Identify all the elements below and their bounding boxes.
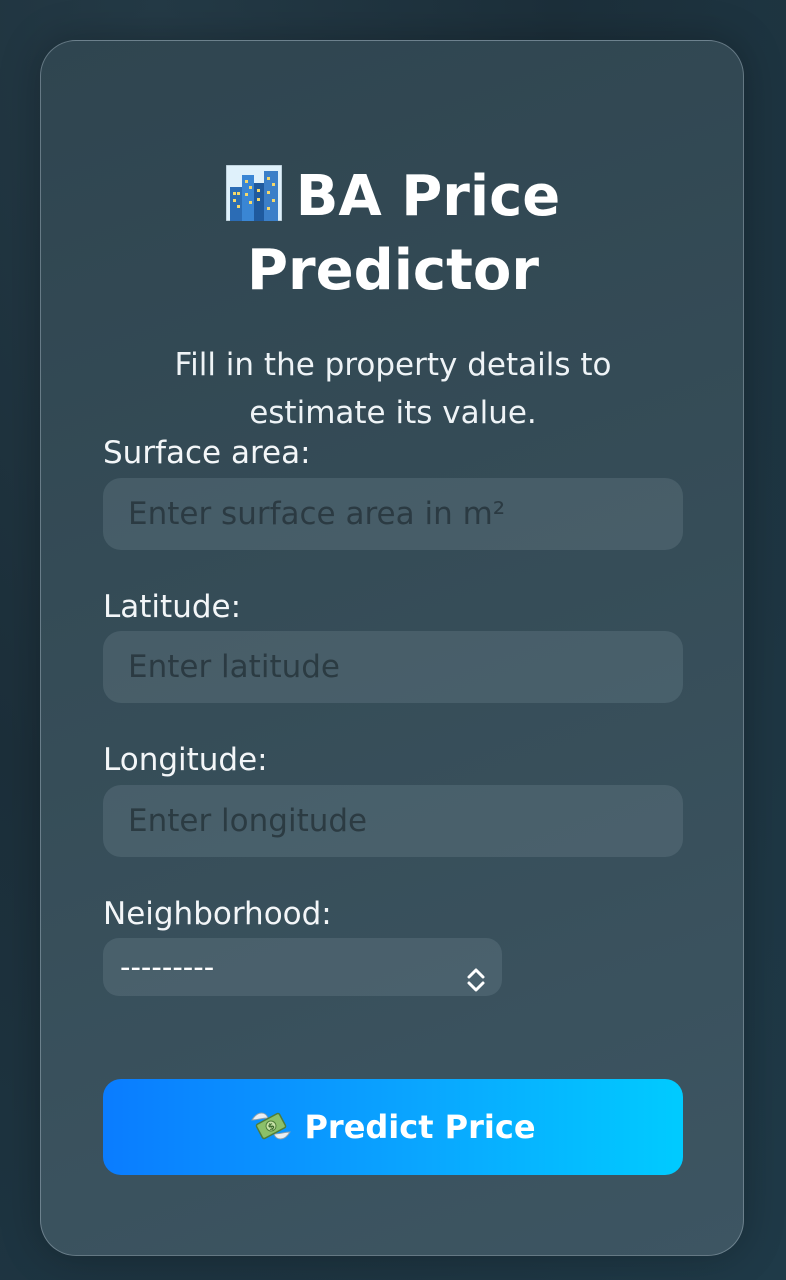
latitude-placeholder: Enter latitude — [128, 649, 340, 685]
surface-area-placeholder: Enter surface area in m² — [128, 496, 506, 532]
surface-area-input[interactable]: Enter surface area in m² — [103, 478, 683, 550]
title-line-2: Predictor — [247, 238, 539, 303]
predict-price-label: Predict Price — [304, 1108, 536, 1146]
longitude-label: Longitude: — [103, 742, 268, 778]
neighborhood-label: Neighborhood: — [103, 896, 332, 932]
title-line-1: BA Price — [295, 164, 561, 229]
latitude-label: Latitude: — [103, 589, 242, 625]
neighborhood-select[interactable]: --------- — [103, 938, 502, 996]
page-title: BA Price Predictor — [41, 163, 745, 305]
page-subtitle: Fill in the property details to estimate… — [174, 347, 612, 431]
predict-price-button[interactable]: $ Predict Price — [103, 1079, 683, 1175]
latitude-input[interactable]: Enter latitude — [103, 631, 683, 703]
money-with-wings-icon: $ — [250, 1087, 292, 1183]
longitude-placeholder: Enter longitude — [128, 803, 368, 839]
cityscape-icon — [225, 164, 283, 237]
predictor-card: BA Price Predictor Fill in the property … — [40, 40, 744, 1256]
surface-area-label: Surface area: — [103, 435, 311, 471]
chevron-up-down-icon — [464, 954, 488, 992]
neighborhood-selected-value: --------- — [120, 950, 215, 984]
longitude-input[interactable]: Enter longitude — [103, 785, 683, 857]
